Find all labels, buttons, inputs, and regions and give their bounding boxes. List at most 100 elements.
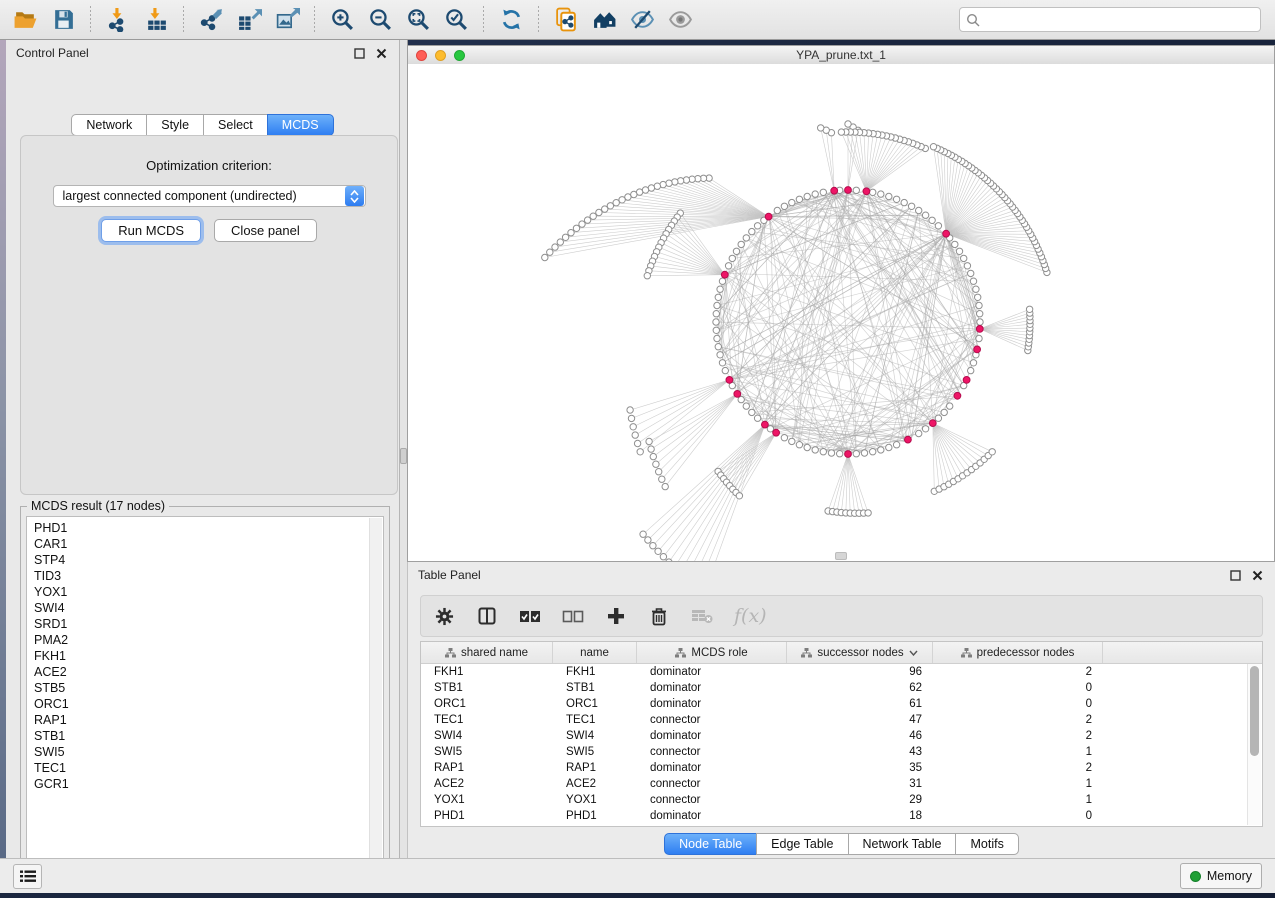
- column-header-shared-name[interactable]: shared name: [421, 642, 553, 663]
- splitter-grip[interactable]: [400, 448, 407, 464]
- table-tab-network-table[interactable]: Network Table: [848, 833, 957, 855]
- fx-function-button-disabled: f(x): [734, 605, 767, 627]
- column-header-predecessor-nodes[interactable]: predecessor nodes: [933, 642, 1103, 663]
- hide-graphics-details-button[interactable]: [625, 4, 659, 36]
- status-bar: Memory: [0, 858, 1275, 893]
- table-cell: 2: [933, 714, 1103, 726]
- export-image-button[interactable]: [270, 4, 304, 36]
- table-row-YOX1[interactable]: YOX1YOX1connector291: [421, 792, 1262, 808]
- memory-label: Memory: [1207, 869, 1252, 883]
- refresh-button[interactable]: [494, 4, 528, 36]
- deselect-all-button[interactable]: [562, 605, 584, 627]
- eye-icon: [668, 7, 693, 32]
- table-cell: dominator: [637, 666, 787, 678]
- import-network-button[interactable]: [101, 4, 135, 36]
- table-cell: RAP1: [421, 762, 553, 774]
- table-tab-edge-table[interactable]: Edge Table: [756, 833, 848, 855]
- table-row-ACE2[interactable]: ACE2ACE2connector311: [421, 776, 1262, 792]
- export-network-button[interactable]: [194, 4, 228, 36]
- float-panel-button[interactable]: [351, 46, 367, 60]
- canvas-grip[interactable]: [835, 552, 847, 560]
- table-toolbar: f(x): [420, 595, 1263, 637]
- export-table-icon: [237, 7, 262, 32]
- table-cell: PHD1: [421, 810, 553, 822]
- zoom-out-button[interactable]: [363, 4, 397, 36]
- desktop-background: Control Panel NetworkStyleSelectMCDS Opt…: [0, 0, 1275, 898]
- delete-column-button[interactable]: [648, 605, 670, 627]
- table-row-SWI5[interactable]: SWI5SWI5connector431: [421, 744, 1262, 760]
- tab-select[interactable]: Select: [203, 114, 268, 136]
- memory-status-icon: [1190, 871, 1201, 882]
- network-canvas[interactable]: [408, 64, 1274, 561]
- tab-style[interactable]: Style: [146, 114, 204, 136]
- zoom-in-button[interactable]: [325, 4, 359, 36]
- tree-icon: [445, 648, 456, 658]
- table-row-TEC1[interactable]: TEC1TEC1connector472: [421, 712, 1262, 728]
- table-cell: connector: [637, 746, 787, 758]
- add-column-button[interactable]: [605, 605, 627, 627]
- select-all-icon: [519, 610, 541, 623]
- open-file-button[interactable]: [8, 4, 42, 36]
- run-mcds-button[interactable]: Run MCDS: [101, 219, 201, 242]
- table-scrollbar[interactable]: [1247, 664, 1261, 825]
- table-tab-node-table[interactable]: Node Table: [664, 833, 757, 855]
- table-tab-motifs[interactable]: Motifs: [955, 833, 1018, 855]
- table-cell: SWI5: [421, 746, 553, 758]
- network-document-button[interactable]: [549, 4, 583, 36]
- search-input[interactable]: [984, 12, 1254, 28]
- table-row-ORC1[interactable]: ORC1ORC1dominator610: [421, 696, 1262, 712]
- network-window: YPA_prune.txt_1: [407, 45, 1275, 562]
- select-all-button[interactable]: [519, 605, 541, 627]
- table-cell: SWI5: [553, 746, 637, 758]
- mcds-result-item: ORC1: [34, 696, 383, 712]
- mcds-result-item: RAP1: [34, 712, 383, 728]
- task-history-button[interactable]: [13, 864, 42, 889]
- table-row-STB1[interactable]: STB1STB1dominator620: [421, 680, 1262, 696]
- mcds-result-list[interactable]: PHD1CAR1STP4TID3YOX1SWI4SRD1PMA2FKH1ACE2…: [26, 516, 384, 872]
- criterion-dropdown[interactable]: largest connected component (undirected): [53, 185, 366, 207]
- zoom-fit-button[interactable]: [401, 4, 435, 36]
- column-header-successor-nodes[interactable]: successor nodes: [787, 642, 933, 663]
- network-titlebar[interactable]: YPA_prune.txt_1: [408, 46, 1274, 65]
- save-icon: [51, 7, 76, 32]
- table-row-RAP1[interactable]: RAP1RAP1dominator352: [421, 760, 1262, 776]
- table-row-SWI4[interactable]: SWI4SWI4dominator462: [421, 728, 1262, 744]
- toolbar-search[interactable]: [959, 7, 1261, 32]
- export-table-button[interactable]: [232, 4, 266, 36]
- table-cell: 2: [933, 666, 1103, 678]
- sort-desc-icon: [909, 650, 918, 656]
- mcds-result-item: SRD1: [34, 616, 383, 632]
- table-row-FKH1[interactable]: FKH1FKH1dominator962: [421, 664, 1262, 680]
- table-settings-button[interactable]: [433, 605, 455, 627]
- column-header-name[interactable]: name: [553, 642, 637, 663]
- show-columns-button[interactable]: [476, 605, 498, 627]
- table-cell: 2: [933, 730, 1103, 742]
- column-header-MCDS-role[interactable]: MCDS role: [637, 642, 787, 663]
- table-cell: FKH1: [553, 666, 637, 678]
- tab-mcds[interactable]: MCDS: [267, 114, 334, 136]
- mcds-result-scrollbar[interactable]: [369, 518, 382, 870]
- criterion-label: Optimization criterion:: [21, 158, 397, 173]
- import-table-button[interactable]: [139, 4, 173, 36]
- control-panel-titlebar: Control Panel: [6, 40, 399, 66]
- close-table-panel-button[interactable]: [1249, 568, 1265, 582]
- table-cell: RAP1: [553, 762, 637, 774]
- table-cell: dominator: [637, 810, 787, 822]
- tab-network[interactable]: Network: [71, 114, 147, 136]
- mcds-result-item: PHD1: [34, 520, 383, 536]
- zoom-selected-icon: [444, 7, 469, 32]
- control-panel-tabs: NetworkStyleSelectMCDS: [6, 114, 399, 136]
- float-table-panel-button[interactable]: [1227, 568, 1243, 582]
- show-graphics-details-button[interactable]: [663, 4, 697, 36]
- memory-button[interactable]: Memory: [1180, 863, 1262, 889]
- houses-button[interactable]: [587, 4, 621, 36]
- network-title: YPA_prune.txt_1: [408, 48, 1274, 62]
- save-session-button[interactable]: [46, 4, 80, 36]
- table-row-PHD1[interactable]: PHD1PHD1dominator180: [421, 808, 1262, 824]
- delete-table-button-disabled: [691, 605, 713, 627]
- zoom-selected-button[interactable]: [439, 4, 473, 36]
- network-graph: [408, 64, 1274, 561]
- table-scrollbar-thumb[interactable]: [1250, 666, 1259, 756]
- close-mcds-panel-button[interactable]: Close panel: [214, 219, 317, 242]
- close-panel-button[interactable]: [373, 46, 389, 60]
